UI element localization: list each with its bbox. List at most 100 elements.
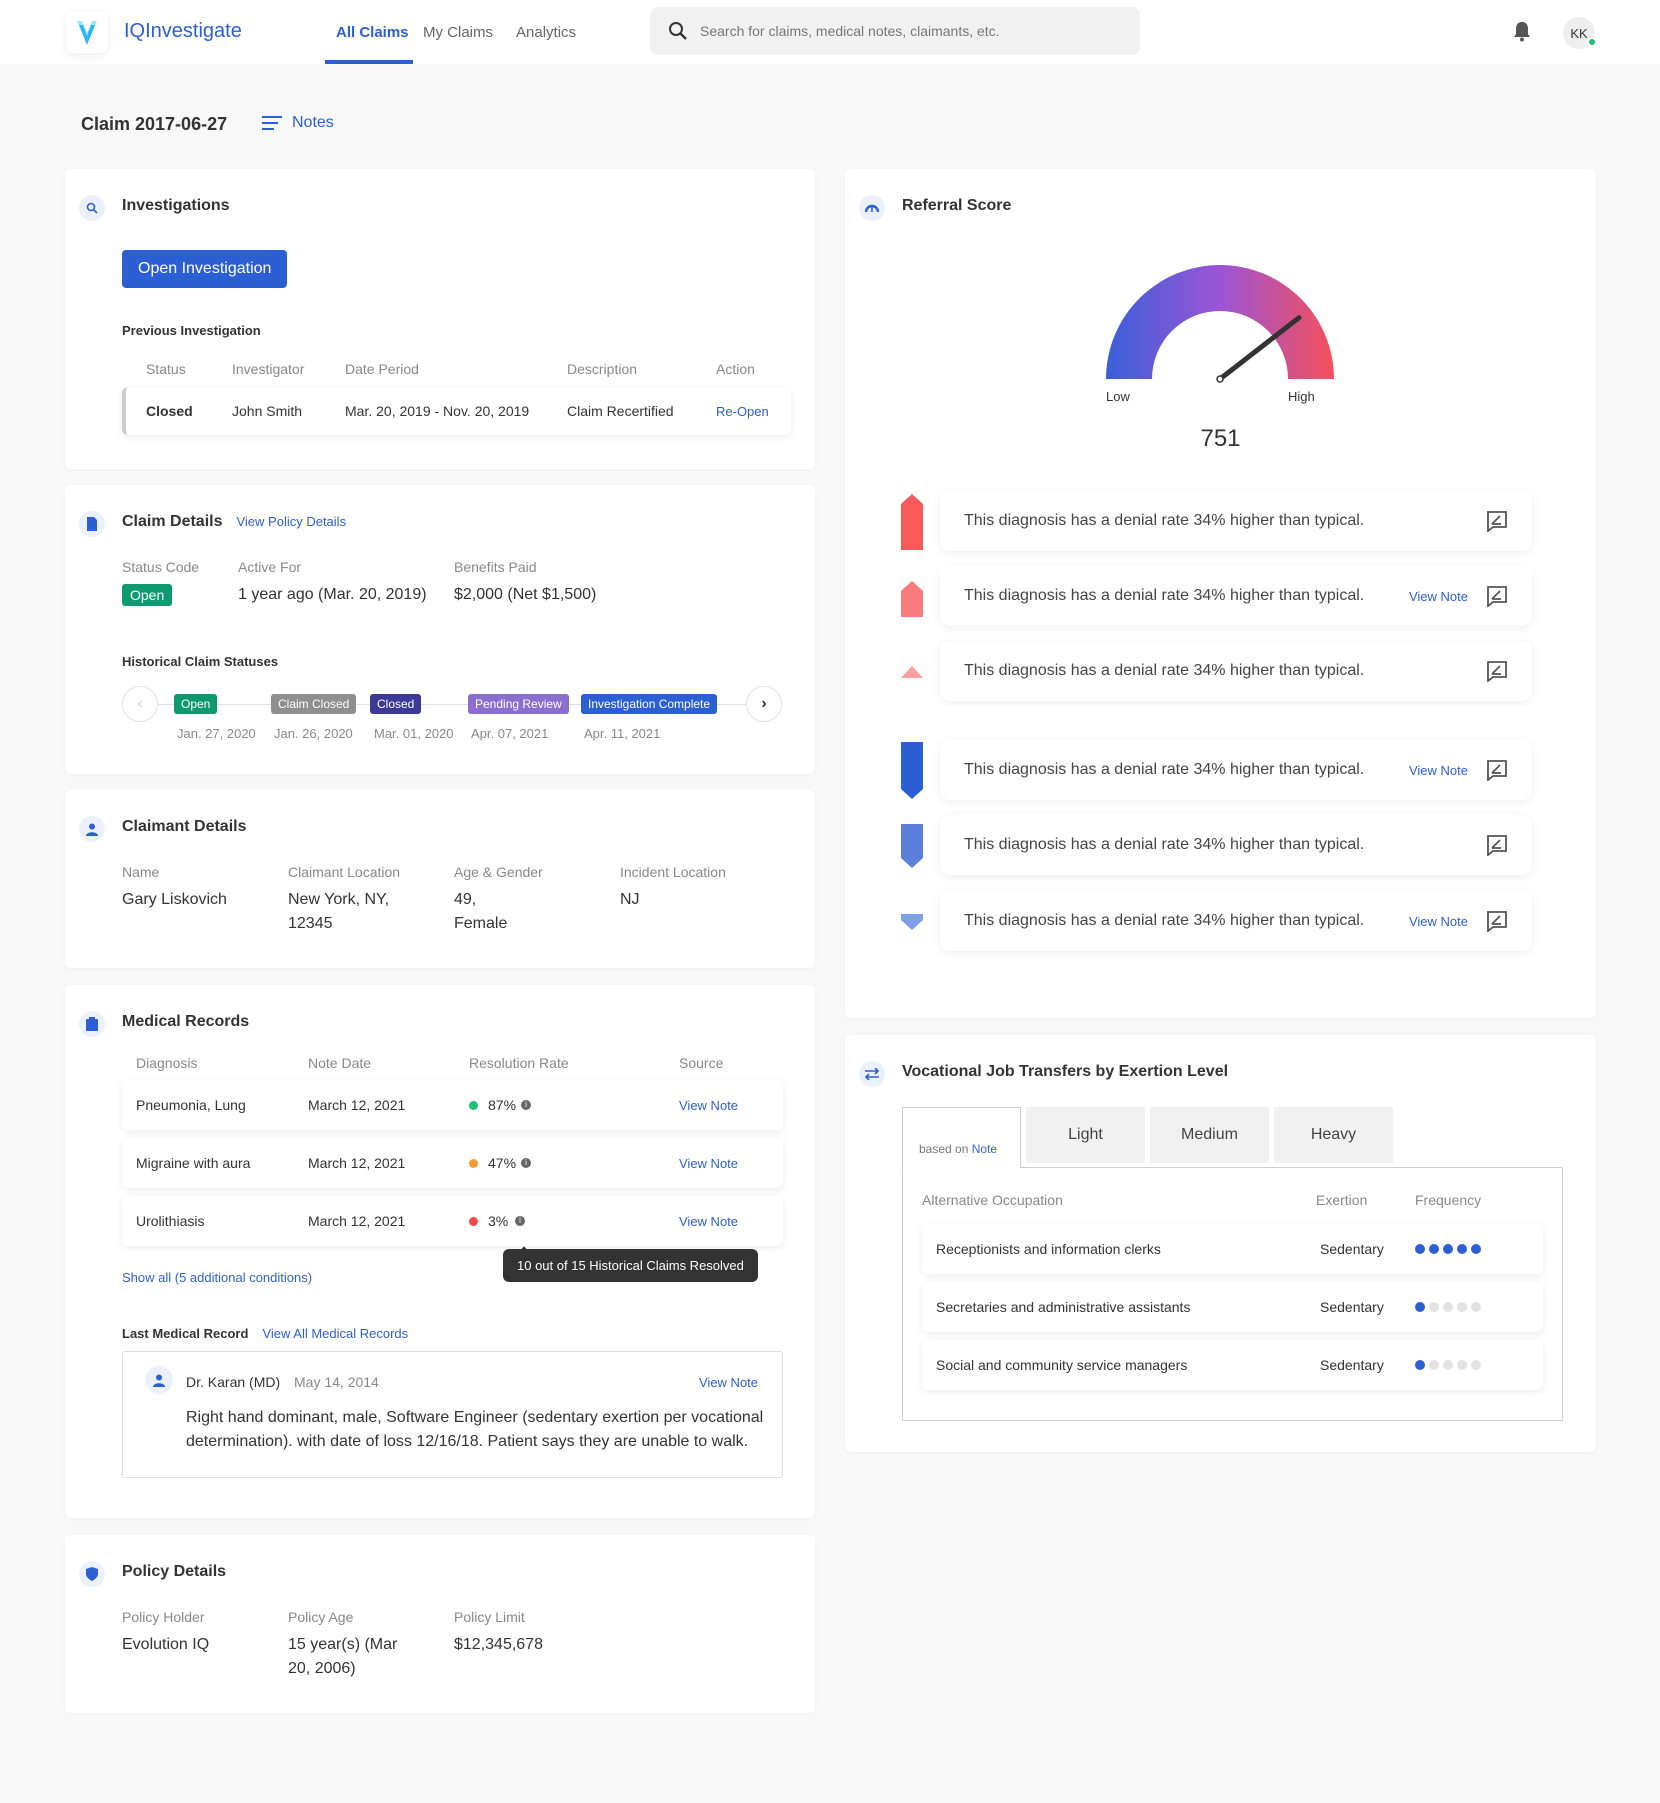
view-policy-details-link[interactable]: View Policy Details	[236, 514, 346, 529]
field-value: $12,345,678	[454, 1636, 543, 1653]
gauge-pivot	[1216, 375, 1224, 383]
tooltip: 10 out of 15 Historical Claims Resolved	[503, 1249, 758, 1282]
col-exertion: Exertion	[1316, 1192, 1368, 1208]
risk-down-high-icon	[901, 742, 923, 799]
col-status: Status	[146, 361, 186, 377]
frequency-dot	[1415, 1302, 1425, 1312]
notes-button[interactable]: Notes	[262, 114, 334, 132]
history-date: Jan. 27, 2020	[177, 726, 256, 741]
card-title: Vocational Job Transfers by Exertion Lev…	[902, 1063, 1229, 1080]
investigator: John Smith	[232, 403, 303, 419]
note-edit-icon[interactable]	[1486, 585, 1508, 607]
note-edit-icon[interactable]	[1486, 910, 1508, 932]
note-edit-icon[interactable]	[1486, 660, 1508, 682]
tab-sedentary[interactable]: based on Note	[902, 1107, 1021, 1168]
user-icon	[145, 1366, 173, 1394]
frequency-dot	[1457, 1302, 1467, 1312]
benefits-value: $2,000 (Net $1,500)	[454, 586, 597, 603]
frequency-dot	[1457, 1244, 1467, 1254]
frequency-dots	[1415, 1244, 1481, 1254]
view-note-link[interactable]: View Note	[679, 1098, 738, 1113]
note-edit-icon[interactable]	[1486, 510, 1508, 532]
col-source: Source	[679, 1055, 724, 1071]
transfer-arrows-icon	[859, 1061, 885, 1087]
risk-factor-text: This diagnosis has a denial rate 34% hig…	[964, 836, 1365, 853]
tab-heavy[interactable]: Heavy	[1274, 1107, 1393, 1163]
risk-factor-text: This diagnosis has a denial rate 34% hig…	[964, 912, 1365, 929]
investigations-card: Investigations Open Investigation Previo…	[65, 169, 815, 469]
show-all-conditions-link[interactable]: Show all (5 additional conditions)	[122, 1270, 312, 1285]
search-placeholder: Search for claims, medical notes, claima…	[700, 23, 1000, 39]
date-period: Mar. 20, 2019 - Nov. 20, 2019	[345, 403, 530, 419]
risk-factor-item: This diagnosis has a denial rate 34% hig…	[940, 740, 1532, 800]
card-title: Medical Records	[122, 1013, 250, 1030]
frequency-dot	[1429, 1244, 1439, 1254]
doctor-name: Dr. Karan (MD)	[186, 1374, 281, 1390]
nav-analytics[interactable]: Analytics	[516, 24, 576, 41]
occupation: Receptionists and information clerks	[936, 1241, 1161, 1257]
re-open-link[interactable]: Re-Open	[716, 404, 769, 419]
note-date: March 12, 2021	[308, 1213, 406, 1229]
note-edit-icon[interactable]	[1486, 834, 1508, 856]
view-note-link[interactable]: View Note	[679, 1156, 738, 1171]
table-row: Migraine with aura March 12, 2021 47% i …	[122, 1138, 783, 1188]
brand-name[interactable]: IQInvestigate	[124, 20, 242, 43]
nav-my-claims[interactable]: My Claims	[423, 24, 493, 41]
based-on-label: based on	[919, 1142, 969, 1156]
view-all-medical-records-link[interactable]: View All Medical Records	[262, 1326, 408, 1341]
info-icon[interactable]: i	[521, 1158, 531, 1168]
table-row: Social and community service managers Se…	[922, 1340, 1543, 1390]
risk-factor-item: This diagnosis has a denial rate 34% hig…	[940, 891, 1532, 951]
user-avatar[interactable]: KK	[1563, 17, 1597, 49]
note-link[interactable]: Note	[972, 1142, 997, 1156]
tab-medium[interactable]: Medium	[1150, 1107, 1269, 1163]
field-value: 49, Female	[454, 891, 508, 932]
bell-icon[interactable]	[1512, 20, 1532, 42]
timeline-next-button[interactable]: ›	[746, 686, 782, 722]
history-status-badge: Investigation Complete	[581, 694, 718, 714]
timeline-prev-button[interactable]: ‹	[122, 686, 158, 722]
history-date: Jan. 26, 2020	[274, 726, 353, 741]
col-description: Description	[567, 361, 638, 377]
gauge-icon	[859, 195, 885, 221]
note-date: March 12, 2021	[308, 1155, 406, 1171]
table-row: Pneumonia, Lung March 12, 2021 87% i Vie…	[122, 1080, 783, 1130]
risk-factor-text: This diagnosis has a denial rate 34% hig…	[964, 587, 1365, 604]
frequency-dot	[1429, 1302, 1439, 1312]
resolution-rate: 47%	[488, 1155, 517, 1171]
note-edit-icon[interactable]	[1486, 759, 1508, 781]
rate-status-dot	[469, 1158, 478, 1168]
view-note-link[interactable]: View Note	[699, 1375, 758, 1390]
view-note-link[interactable]: View Note	[1409, 914, 1468, 929]
occupation: Secretaries and administrative assistant…	[936, 1299, 1191, 1315]
history-date: Apr. 07, 2021	[471, 726, 549, 741]
view-note-link[interactable]: View Note	[1409, 763, 1468, 778]
col-diagnosis: Diagnosis	[136, 1055, 198, 1071]
view-note-link[interactable]: View Note	[1409, 589, 1468, 604]
risk-up-low-icon	[901, 666, 923, 678]
info-icon[interactable]: i	[515, 1216, 525, 1226]
search-input[interactable]: Search for claims, medical notes, claima…	[650, 7, 1140, 55]
nav-all-claims[interactable]: All Claims	[336, 24, 409, 41]
exertion: Sedentary	[1320, 1357, 1384, 1373]
field-value: 15 year(s) (Mar 20, 2006)	[288, 1636, 398, 1677]
frequency-dot	[1457, 1360, 1467, 1370]
app-logo[interactable]	[66, 11, 108, 53]
field-label: Claimant Location	[288, 864, 401, 880]
active-for-label: Active For	[238, 559, 302, 575]
open-investigation-button[interactable]: Open Investigation	[122, 250, 288, 288]
tab-light[interactable]: Light	[1026, 1107, 1145, 1163]
frequency-dot	[1443, 1360, 1453, 1370]
top-bar: IQInvestigate All Claims My Claims Analy…	[0, 0, 1660, 64]
info-icon[interactable]: i	[521, 1100, 531, 1110]
history-date: Apr. 11, 2021	[584, 726, 661, 741]
claimant-details-card: Claimant Details Name Gary Liskovich Cla…	[65, 790, 815, 968]
view-note-link[interactable]: View Note	[679, 1214, 738, 1229]
field-value: Gary Liskovich	[122, 891, 227, 908]
previous-investigation-label: Previous Investigation	[122, 323, 261, 338]
frequency-dot	[1443, 1302, 1453, 1312]
field-label: Name	[122, 864, 160, 880]
history-date: Mar. 01, 2020	[374, 726, 454, 741]
field-value: NJ	[620, 891, 640, 908]
frequency-dot	[1471, 1302, 1481, 1312]
